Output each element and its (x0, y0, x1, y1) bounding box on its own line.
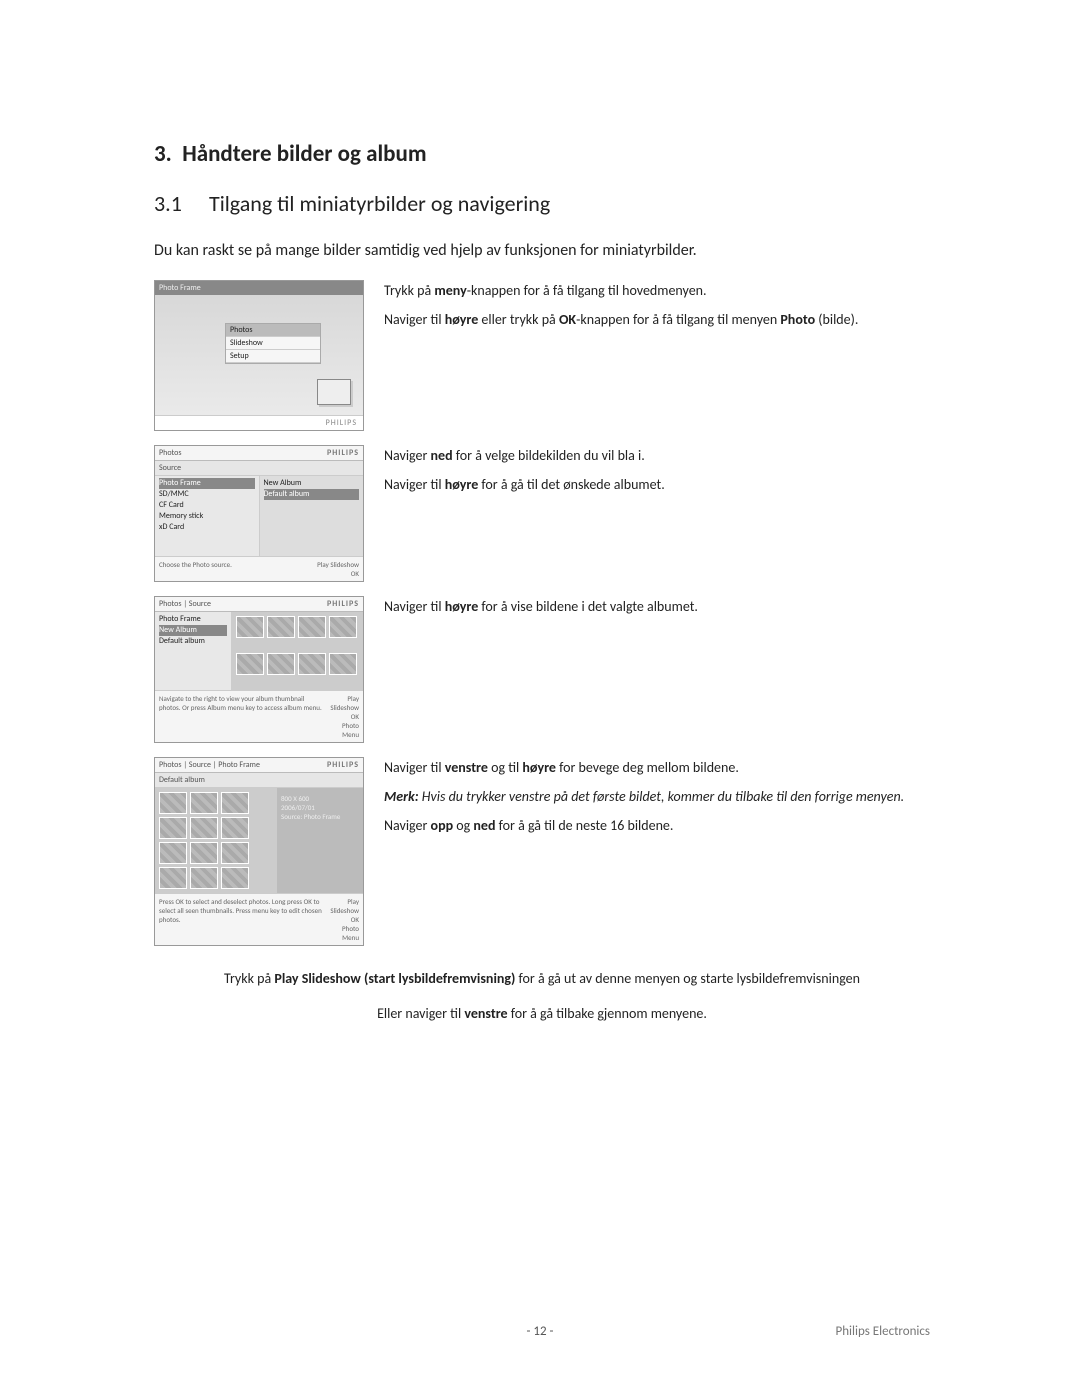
step4-line1: Naviger til venstre og til høyre for bev… (384, 759, 930, 778)
screenshot-1-main-menu: Photo Frame Photos Slideshow Setup PHILI… (154, 280, 364, 431)
screenshot-3-foot-hint: Navigate to the right to view your album… (159, 694, 326, 739)
list-item: Default album (159, 636, 227, 647)
list-item: Photo Frame (159, 614, 227, 625)
screenshot-3-header: Photos | Source (159, 599, 211, 609)
step1-line1: Trykk på meny-knappen for å få tilgang t… (384, 282, 930, 301)
step4-note: Merk: Hvis du trykker venstre på det før… (384, 788, 930, 807)
thumbnail (298, 653, 326, 675)
thumbnail (190, 842, 218, 864)
closing-line1: Trykk på Play Slideshow (start lysbildef… (154, 968, 930, 989)
thumbnail (190, 817, 218, 839)
photo-info: 800 X 600 (281, 794, 359, 803)
step-row-2: Photos PHILIPS Source Photo Frame SD/MMC… (154, 445, 930, 582)
thumbnail (221, 867, 249, 889)
thumbnail (329, 653, 357, 675)
list-item: CF Card (159, 500, 255, 511)
footer-company: Philips Electronics (835, 1324, 930, 1339)
step3-line1: Naviger til høyre for å vise bildene i d… (384, 598, 930, 617)
step2-line2: Naviger til høyre for å gå til det ønske… (384, 476, 930, 495)
thumbnail (159, 867, 187, 889)
section-heading: 3.1 Tilgang til miniatyrbilder og navige… (154, 190, 930, 217)
thumbnail (159, 792, 187, 814)
page-footer: - 12 - Philips Electronics (0, 1324, 1080, 1339)
screenshot-1-option: Slideshow (226, 337, 320, 350)
screenshot-1-option: Photos (226, 324, 320, 337)
thumbnail (221, 817, 249, 839)
screenshot-2-header: Photos (159, 448, 182, 458)
closing-block: Trykk på Play Slideshow (start lysbildef… (154, 968, 930, 1024)
list-item: New Album (159, 625, 227, 636)
photo-info: Source: Photo Frame (281, 812, 359, 821)
step4-line3: Naviger opp og ned for å gå til de neste… (384, 817, 930, 836)
chapter-heading: 3. Håndtere bilder og album (154, 140, 930, 168)
screenshot-3-album-thumbs: Photos | Source PHILIPS Photo Frame New … (154, 596, 364, 743)
brand-logo: PHILIPS (327, 760, 359, 770)
thumbnail (190, 792, 218, 814)
chapter-number: 3. (154, 140, 172, 168)
brand-logo: PHILIPS (327, 599, 359, 609)
screenshot-2-source-list: Photos PHILIPS Source Photo Frame SD/MMC… (154, 445, 364, 582)
thumbnail (159, 817, 187, 839)
list-item: xD Card (159, 522, 255, 533)
step-row-3: Photos | Source PHILIPS Photo Frame New … (154, 596, 930, 743)
step1-line2: Naviger til høyre eller trykk på OK-knap… (384, 311, 930, 330)
closing-line2: Eller naviger til venstre for å gå tilba… (154, 1003, 930, 1024)
thumbnail (221, 842, 249, 864)
thumbnail (236, 616, 264, 638)
thumbnail (329, 616, 357, 638)
thumbnail (190, 867, 218, 889)
thumbnail (267, 653, 295, 675)
screenshot-2-subheader: Source (155, 461, 363, 476)
screenshot-2-foot-hint: Choose the Photo source. (159, 560, 232, 578)
thumbnail (236, 653, 264, 675)
screenshot-3-foot-right: Play SlideshowOKPhoto Menu (330, 694, 359, 739)
list-item: Memory stick (159, 511, 255, 522)
thumbnail (298, 616, 326, 638)
thumbnail (267, 616, 295, 638)
step-row-1: Photo Frame Photos Slideshow Setup PHILI… (154, 280, 930, 431)
list-item: Photo Frame (159, 478, 255, 489)
thumbnail (159, 842, 187, 864)
thumbnail (221, 792, 249, 814)
list-item: Default album (264, 489, 360, 500)
brand-logo: PHILIPS (155, 415, 363, 430)
screenshot-4-foot-right: Play SlideshowOKPhoto Menu (330, 897, 359, 942)
list-item: New Album (264, 478, 360, 489)
screenshot-4-subheader: Default album (155, 773, 363, 788)
step-row-4: Photos | Source | Photo Frame PHILIPS De… (154, 757, 930, 946)
screenshot-1-title: Photo Frame (155, 281, 363, 295)
screenshot-1-thumb-icon (317, 379, 351, 405)
intro-paragraph: Du kan raskt se på mange bilder samtidig… (154, 241, 930, 260)
screenshot-4-header: Photos | Source | Photo Frame (159, 760, 260, 770)
chapter-title: Håndtere bilder og album (182, 140, 426, 168)
section-title: Tilgang til miniatyrbilder og navigering (209, 190, 550, 217)
screenshot-4-thumb-grid: Photos | Source | Photo Frame PHILIPS De… (154, 757, 364, 946)
screenshot-4-foot-hint: Press OK to select and deselect photos. … (159, 897, 326, 942)
screenshot-2-foot-right: Play SlideshowOK (317, 560, 359, 578)
brand-logo: PHILIPS (327, 448, 359, 458)
photo-info: 2006/07/01 (281, 803, 359, 812)
list-item: SD/MMC (159, 489, 255, 500)
section-number: 3.1 (154, 190, 204, 217)
screenshot-1-option: Setup (226, 350, 320, 363)
step2-line1: Naviger ned for å velge bildekilden du v… (384, 447, 930, 466)
